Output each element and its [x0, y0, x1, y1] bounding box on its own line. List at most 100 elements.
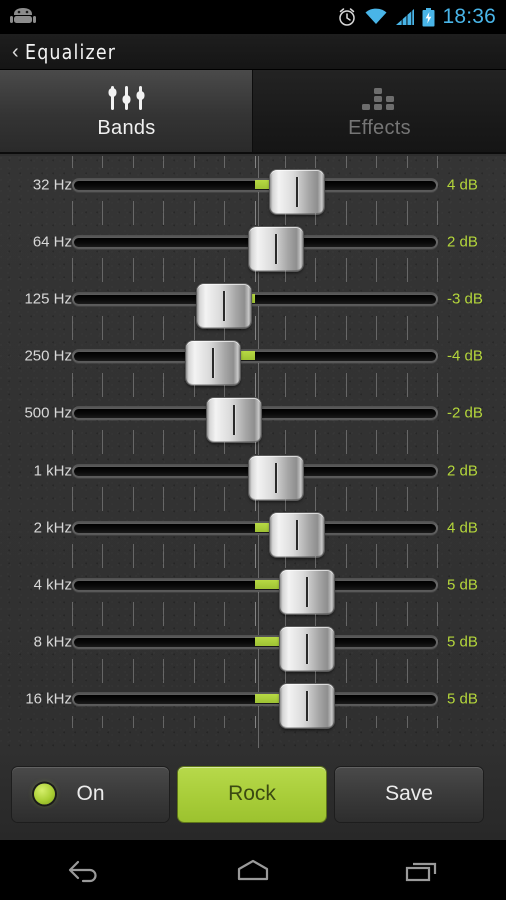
- band-slider[interactable]: [72, 569, 438, 614]
- tick-mark: [376, 487, 378, 500]
- tick-mark: [376, 270, 378, 283]
- tick-mark: [163, 429, 165, 442]
- band-row: 16 kHz 5 dB: [0, 670, 506, 729]
- band-slider[interactable]: [72, 341, 438, 386]
- tick-mark: [193, 327, 195, 340]
- slider-thumb[interactable]: [207, 398, 262, 443]
- tick-mark: [163, 487, 165, 500]
- band-slider[interactable]: [72, 398, 438, 443]
- tick-mark: [132, 613, 134, 626]
- band-frequency-label: 32 Hz: [32, 176, 72, 194]
- slider-thumb-grip: [306, 576, 308, 607]
- slider-thumb[interactable]: [280, 569, 334, 614]
- tick-mark: [132, 372, 134, 385]
- band-slider[interactable]: [72, 627, 438, 672]
- tick-mark: [102, 556, 104, 569]
- tick-mark: [315, 441, 317, 454]
- tick-mark: [284, 613, 286, 626]
- tick-mark: [254, 270, 256, 283]
- tick-mark: [224, 441, 226, 454]
- tick-mark: [284, 499, 286, 512]
- tick-mark: [376, 201, 378, 214]
- tick-mark: [163, 556, 165, 569]
- tick-mark: [437, 613, 438, 626]
- tick-mark: [163, 613, 165, 626]
- tick-mark: [437, 327, 438, 340]
- tick-mark: [193, 499, 195, 512]
- back-chevron-icon[interactable]: ‹: [0, 42, 25, 62]
- tab-bar: Bands Effects: [0, 70, 506, 154]
- tick-mark: [163, 270, 165, 283]
- tick-mark: [376, 213, 378, 226]
- tick-mark: [254, 201, 256, 214]
- tick-marks-top: [72, 499, 438, 512]
- tick-mark: [72, 327, 73, 340]
- slider-thumb[interactable]: [280, 627, 334, 672]
- slider-thumb[interactable]: [248, 455, 303, 500]
- alarm-clock-icon: [339, 8, 356, 26]
- tick-mark: [254, 613, 256, 626]
- tick-mark: [345, 544, 347, 557]
- tick-mark: [224, 327, 226, 340]
- band-slider[interactable]: [72, 512, 438, 557]
- tick-mark: [163, 544, 165, 557]
- tick-mark: [132, 201, 134, 214]
- save-button[interactable]: Save: [335, 766, 483, 822]
- band-gain-label: 5 dB: [447, 633, 478, 651]
- band-slider[interactable]: [72, 169, 438, 214]
- slider-thumb[interactable]: [248, 226, 303, 271]
- tab-effects[interactable]: Effects: [253, 70, 506, 152]
- tick-mark: [193, 487, 195, 500]
- tick-mark: [376, 372, 378, 385]
- nav-recents-button[interactable]: [367, 840, 477, 900]
- tick-mark: [224, 670, 226, 683]
- tick-mark: [72, 441, 73, 454]
- tick-mark: [406, 613, 408, 626]
- tick-mark: [102, 441, 104, 454]
- slider-thumb[interactable]: [269, 512, 324, 557]
- button-bar: On Rock Save: [0, 748, 506, 840]
- tick-mark: [406, 601, 408, 614]
- power-toggle-button[interactable]: On: [12, 766, 169, 822]
- tick-mark: [102, 601, 104, 614]
- tick-mark: [163, 441, 165, 454]
- tick-mark: [102, 258, 104, 271]
- dot-matrix-icon: [360, 82, 400, 112]
- tick-mark: [132, 658, 134, 671]
- slider-thumb[interactable]: [186, 341, 241, 386]
- tick-mark: [132, 213, 134, 226]
- nav-home-button[interactable]: [198, 840, 308, 900]
- tab-bands[interactable]: Bands: [0, 70, 253, 152]
- tick-mark: [224, 715, 226, 728]
- tick-mark: [102, 499, 104, 512]
- tick-mark: [376, 315, 378, 328]
- tick-mark: [102, 372, 104, 385]
- band-slider[interactable]: [72, 455, 438, 500]
- slider-thumb[interactable]: [196, 283, 251, 328]
- band-slider[interactable]: [72, 226, 438, 271]
- tick-mark: [284, 327, 286, 340]
- tick-mark: [224, 156, 226, 168]
- tick-mark: [406, 270, 408, 283]
- home-icon: [237, 859, 269, 881]
- tick-mark: [132, 715, 134, 728]
- tick-mark: [406, 556, 408, 569]
- tick-mark: [437, 487, 438, 500]
- wifi-icon: [365, 8, 387, 24]
- slider-track-groove: [74, 352, 436, 362]
- tick-mark: [376, 601, 378, 614]
- tick-mark: [193, 715, 195, 728]
- tick-mark: [437, 499, 438, 512]
- band-slider[interactable]: [72, 283, 438, 328]
- android-nav-bar: [0, 840, 506, 900]
- tick-mark: [376, 327, 378, 340]
- tick-mark: [315, 156, 317, 168]
- slider-thumb[interactable]: [269, 169, 324, 214]
- nav-back-button[interactable]: [29, 840, 139, 900]
- slider-thumb[interactable]: [280, 684, 334, 729]
- band-slider[interactable]: [72, 684, 438, 729]
- save-label: Save: [385, 782, 433, 805]
- preset-button[interactable]: Rock: [178, 766, 326, 822]
- tick-mark: [437, 270, 438, 283]
- slider-thumb-grip: [274, 233, 277, 264]
